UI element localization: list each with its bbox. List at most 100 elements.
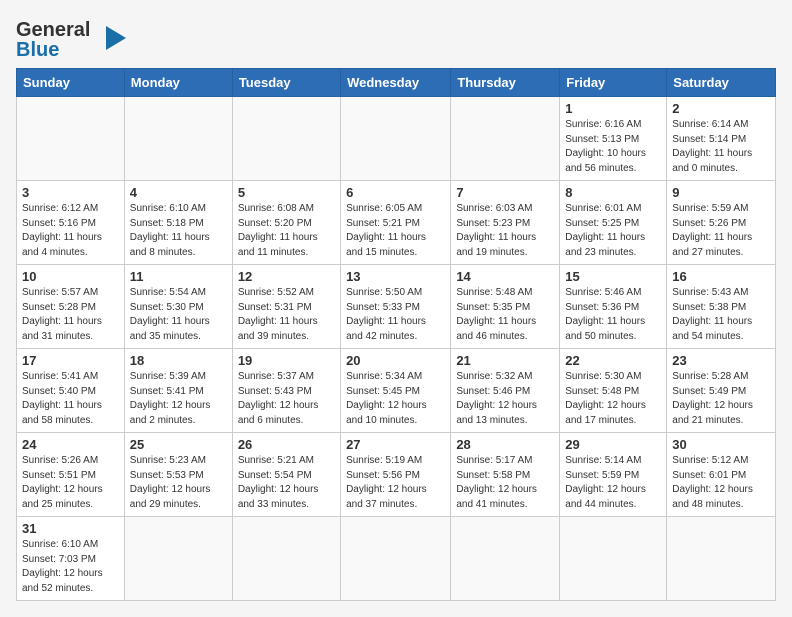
calendar-cell: 11 Sunrise: 5:54 AM Sunset: 5:30 PM Dayli… bbox=[124, 265, 232, 349]
calendar-cell: 28 Sunrise: 5:17 AM Sunset: 5:58 PM Dayli… bbox=[451, 433, 560, 517]
day-number: 14 bbox=[456, 269, 554, 284]
svg-text:Blue: Blue bbox=[16, 39, 59, 60]
day-number: 12 bbox=[238, 269, 335, 284]
day-number: 1 bbox=[565, 101, 661, 116]
day-info: Sunrise: 5:43 AM Sunset: 5:38 PM Dayligh… bbox=[672, 286, 770, 344]
day-info: Sunrise: 5:30 AM Sunset: 5:48 PM Dayligh… bbox=[565, 370, 661, 428]
calendar-cell: 18 Sunrise: 5:39 AM Sunset: 5:41 PM Dayli… bbox=[124, 349, 232, 433]
day-info: Sunrise: 5:32 AM Sunset: 5:46 PM Dayligh… bbox=[456, 370, 554, 428]
day-number: 30 bbox=[672, 437, 770, 452]
weekday-header-monday: Monday bbox=[124, 69, 232, 97]
calendar-cell: 15 Sunrise: 5:46 AM Sunset: 5:36 PM Dayli… bbox=[560, 265, 667, 349]
day-info: Sunrise: 6:03 AM Sunset: 5:23 PM Dayligh… bbox=[456, 202, 554, 260]
day-info: Sunrise: 5:12 AM Sunset: 6:01 PM Dayligh… bbox=[672, 454, 770, 512]
calendar-week-row: 31Sunrise: 6:10 AM Sunset: 7:03 PM Dayli… bbox=[17, 517, 776, 601]
calendar-cell: 1 Sunrise: 6:16 AM Sunset: 5:13 PM Daylig… bbox=[560, 97, 667, 181]
day-info: Sunrise: 5:23 AM Sunset: 5:53 PM Dayligh… bbox=[130, 454, 227, 512]
calendar-cell bbox=[560, 517, 667, 601]
weekday-header-thursday: Thursday bbox=[451, 69, 560, 97]
calendar-cell: 26Sunrise: 5:21 AM Sunset: 5:54 PM Dayli… bbox=[232, 433, 340, 517]
day-info: Sunrise: 5:37 AM Sunset: 5:43 PM Dayligh… bbox=[238, 370, 335, 428]
weekday-header-wednesday: Wednesday bbox=[341, 69, 451, 97]
calendar-cell: 25Sunrise: 5:23 AM Sunset: 5:53 PM Dayli… bbox=[124, 433, 232, 517]
calendar-cell bbox=[232, 517, 340, 601]
calendar-cell: 10Sunrise: 5:57 AM Sunset: 5:28 PM Dayli… bbox=[17, 265, 125, 349]
day-info: Sunrise: 5:17 AM Sunset: 5:58 PM Dayligh… bbox=[456, 454, 554, 512]
calendar-cell: 16 Sunrise: 5:43 AM Sunset: 5:38 PM Dayli… bbox=[667, 265, 776, 349]
day-number: 21 bbox=[456, 353, 554, 368]
calendar-cell: 13 Sunrise: 5:50 AM Sunset: 5:33 PM Dayli… bbox=[341, 265, 451, 349]
calendar-cell: 29 Sunrise: 5:14 AM Sunset: 5:59 PM Dayli… bbox=[560, 433, 667, 517]
day-number: 13 bbox=[346, 269, 445, 284]
day-info: Sunrise: 5:21 AM Sunset: 5:54 PM Dayligh… bbox=[238, 454, 335, 512]
day-number: 16 bbox=[672, 269, 770, 284]
day-number: 27 bbox=[346, 437, 445, 452]
weekday-header-tuesday: Tuesday bbox=[232, 69, 340, 97]
calendar-cell: 31Sunrise: 6:10 AM Sunset: 7:03 PM Dayli… bbox=[17, 517, 125, 601]
calendar-cell bbox=[124, 97, 232, 181]
calendar-cell: 17Sunrise: 5:41 AM Sunset: 5:40 PM Dayli… bbox=[17, 349, 125, 433]
day-info: Sunrise: 5:28 AM Sunset: 5:49 PM Dayligh… bbox=[672, 370, 770, 428]
day-info: Sunrise: 5:54 AM Sunset: 5:30 PM Dayligh… bbox=[130, 286, 227, 344]
logo: GeneralBlue bbox=[16, 16, 136, 60]
day-info: Sunrise: 6:10 AM Sunset: 5:18 PM Dayligh… bbox=[130, 202, 227, 260]
day-number: 23 bbox=[672, 353, 770, 368]
day-info: Sunrise: 5:46 AM Sunset: 5:36 PM Dayligh… bbox=[565, 286, 661, 344]
calendar-cell: 4Sunrise: 6:10 AM Sunset: 5:18 PM Daylig… bbox=[124, 181, 232, 265]
calendar-cell: 5 Sunrise: 6:08 AM Sunset: 5:20 PM Daylig… bbox=[232, 181, 340, 265]
day-number: 10 bbox=[22, 269, 119, 284]
day-number: 6 bbox=[346, 185, 445, 200]
weekday-header-friday: Friday bbox=[560, 69, 667, 97]
calendar-cell bbox=[667, 517, 776, 601]
day-number: 11 bbox=[130, 269, 227, 284]
calendar-header-row: SundayMondayTuesdayWednesdayThursdayFrid… bbox=[17, 69, 776, 97]
day-number: 7 bbox=[456, 185, 554, 200]
day-number: 29 bbox=[565, 437, 661, 452]
calendar-cell: 2Sunrise: 6:14 AM Sunset: 5:14 PM Daylig… bbox=[667, 97, 776, 181]
day-info: Sunrise: 5:19 AM Sunset: 5:56 PM Dayligh… bbox=[346, 454, 445, 512]
calendar-cell: 19Sunrise: 5:37 AM Sunset: 5:43 PM Dayli… bbox=[232, 349, 340, 433]
calendar-week-row: 10Sunrise: 5:57 AM Sunset: 5:28 PM Dayli… bbox=[17, 265, 776, 349]
calendar-week-row: 3 Sunrise: 6:12 AM Sunset: 5:16 PM Daylig… bbox=[17, 181, 776, 265]
calendar-cell: 12 Sunrise: 5:52 AM Sunset: 5:31 PM Dayli… bbox=[232, 265, 340, 349]
day-number: 28 bbox=[456, 437, 554, 452]
calendar-cell: 22Sunrise: 5:30 AM Sunset: 5:48 PM Dayli… bbox=[560, 349, 667, 433]
calendar-cell: 30 Sunrise: 5:12 AM Sunset: 6:01 PM Dayli… bbox=[667, 433, 776, 517]
day-number: 9 bbox=[672, 185, 770, 200]
day-info: Sunrise: 5:50 AM Sunset: 5:33 PM Dayligh… bbox=[346, 286, 445, 344]
day-info: Sunrise: 6:16 AM Sunset: 5:13 PM Dayligh… bbox=[565, 118, 661, 176]
weekday-header-saturday: Saturday bbox=[667, 69, 776, 97]
day-info: Sunrise: 5:39 AM Sunset: 5:41 PM Dayligh… bbox=[130, 370, 227, 428]
day-info: Sunrise: 6:08 AM Sunset: 5:20 PM Dayligh… bbox=[238, 202, 335, 260]
day-number: 8 bbox=[565, 185, 661, 200]
day-number: 3 bbox=[22, 185, 119, 200]
day-number: 2 bbox=[672, 101, 770, 116]
calendar-cell: 24Sunrise: 5:26 AM Sunset: 5:51 PM Dayli… bbox=[17, 433, 125, 517]
day-number: 20 bbox=[346, 353, 445, 368]
day-info: Sunrise: 5:26 AM Sunset: 5:51 PM Dayligh… bbox=[22, 454, 119, 512]
calendar-cell: 23 Sunrise: 5:28 AM Sunset: 5:49 PM Dayli… bbox=[667, 349, 776, 433]
day-number: 18 bbox=[130, 353, 227, 368]
weekday-header-sunday: Sunday bbox=[17, 69, 125, 97]
day-info: Sunrise: 6:05 AM Sunset: 5:21 PM Dayligh… bbox=[346, 202, 445, 260]
calendar-week-row: 24Sunrise: 5:26 AM Sunset: 5:51 PM Dayli… bbox=[17, 433, 776, 517]
day-info: Sunrise: 5:14 AM Sunset: 5:59 PM Dayligh… bbox=[565, 454, 661, 512]
day-info: Sunrise: 5:59 AM Sunset: 5:26 PM Dayligh… bbox=[672, 202, 770, 260]
calendar-cell bbox=[451, 97, 560, 181]
day-info: Sunrise: 5:48 AM Sunset: 5:35 PM Dayligh… bbox=[456, 286, 554, 344]
calendar-week-row: 17Sunrise: 5:41 AM Sunset: 5:40 PM Dayli… bbox=[17, 349, 776, 433]
calendar-cell: 14 Sunrise: 5:48 AM Sunset: 5:35 PM Dayli… bbox=[451, 265, 560, 349]
day-number: 15 bbox=[565, 269, 661, 284]
calendar-cell bbox=[124, 517, 232, 601]
calendar-cell bbox=[17, 97, 125, 181]
day-info: Sunrise: 6:10 AM Sunset: 7:03 PM Dayligh… bbox=[22, 538, 119, 596]
day-info: Sunrise: 5:41 AM Sunset: 5:40 PM Dayligh… bbox=[22, 370, 119, 428]
calendar-table: SundayMondayTuesdayWednesdayThursdayFrid… bbox=[16, 68, 776, 601]
svg-text:General: General bbox=[16, 19, 90, 41]
day-info: Sunrise: 5:52 AM Sunset: 5:31 PM Dayligh… bbox=[238, 286, 335, 344]
calendar-cell: 6 Sunrise: 6:05 AM Sunset: 5:21 PM Daylig… bbox=[341, 181, 451, 265]
generalblue-logo: GeneralBlue bbox=[16, 16, 136, 60]
day-info: Sunrise: 6:12 AM Sunset: 5:16 PM Dayligh… bbox=[22, 202, 119, 260]
day-info: Sunrise: 5:34 AM Sunset: 5:45 PM Dayligh… bbox=[346, 370, 445, 428]
day-number: 5 bbox=[238, 185, 335, 200]
